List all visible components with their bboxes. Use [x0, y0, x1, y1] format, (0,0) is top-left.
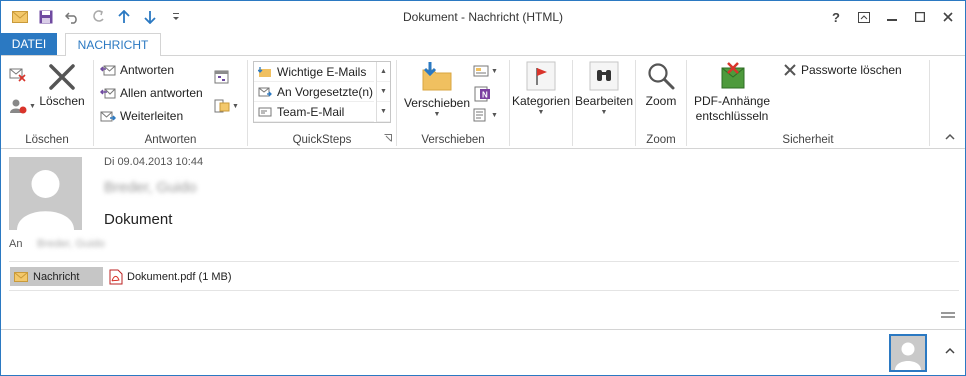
forward-to-manager-icon: [258, 87, 272, 96]
group-label-verschieben: Verschieben: [421, 134, 485, 146]
group-verschieben: Verschieben ▼ ▼ N ▼ Verschieben: [397, 56, 509, 149]
people-pane: [1, 329, 965, 375]
quickstep-item[interactable]: Team-E-Mail: [254, 102, 374, 122]
more-respond-dropdown[interactable]: ▼: [214, 99, 239, 113]
gallery-scroll: ▲ ▼ ▼: [376, 62, 390, 122]
message-date: Di 09.04.2013 10:44: [104, 156, 204, 168]
decrypt-pdf-button[interactable]: PDF-Anhänge entschlüsseln: [689, 62, 775, 124]
more-respond-icon: [214, 99, 230, 113]
meeting-icon[interactable]: [214, 70, 230, 87]
pdf-file-icon: [109, 269, 123, 284]
attachment-bar: Nachricht Dokument.pdf (1 MB): [9, 261, 959, 291]
categorize-button[interactable]: Kategorien ▼: [510, 60, 572, 116]
person-icon: [17, 170, 74, 230]
title-bar: Dokument - Nachricht (HTML) ?: [1, 1, 965, 33]
group-sicherheit: PDF-Anhänge entschlüsseln Passworte lösc…: [687, 56, 929, 149]
ribbon-tabs: DATEI NACHRICHT: [1, 33, 965, 56]
chevron-down-icon: ▼: [491, 67, 498, 75]
tab-file[interactable]: DATEI: [1, 33, 57, 55]
close-icon: [784, 64, 796, 76]
quickstep-item[interactable]: Wichtige E-Mails: [254, 62, 374, 82]
message-subject: Dokument: [104, 211, 173, 228]
window-controls: ?: [823, 6, 961, 28]
chevron-down-icon: ▼: [433, 111, 441, 118]
maximize-button[interactable]: [907, 6, 933, 28]
move-folder-icon: [258, 66, 271, 77]
message-tab-button[interactable]: Nachricht: [10, 267, 103, 286]
minimize-button[interactable]: [879, 6, 905, 28]
group-label-antworten: Antworten: [144, 134, 197, 146]
to-label: An: [9, 238, 23, 250]
sender-avatar[interactable]: [9, 157, 82, 230]
message-header: Di 09.04.2013 10:44 Breder, Guido Dokume…: [1, 149, 965, 329]
rules-icon: [473, 65, 489, 77]
to-recipient[interactable]: Breder, Guido: [37, 238, 105, 250]
chevron-down-icon: ▼: [232, 102, 239, 110]
delete-x-icon: [49, 64, 75, 90]
onenote-icon[interactable]: N: [473, 86, 491, 105]
window-title: Dokument - Nachricht (HTML): [402, 10, 564, 24]
reply-button[interactable]: Antworten: [100, 63, 174, 77]
help-button[interactable]: ?: [823, 6, 849, 28]
ribbon-display-button[interactable]: [851, 6, 877, 28]
group-label-quicksteps: QuickSteps: [292, 134, 352, 146]
pdf-attachment[interactable]: Dokument.pdf (1 MB): [109, 267, 232, 286]
junk-dropdown[interactable]: ▼: [9, 98, 36, 114]
group-label-zoom: Zoom: [646, 134, 676, 146]
tab-message[interactable]: NACHRICHT: [65, 33, 161, 56]
message-window: Dokument - Nachricht (HTML) ? DATEI NACH…: [0, 0, 966, 376]
forward-icon: [100, 111, 116, 122]
chevron-down-icon: ▼: [537, 109, 545, 116]
reply-icon: [100, 65, 116, 76]
delete-button[interactable]: Löschen: [39, 62, 85, 109]
binoculars-icon: [589, 61, 619, 91]
ribbon: ▼ Löschen Löschen Antworten Allen antwor…: [1, 55, 965, 149]
junk-icon: [10, 99, 27, 114]
sender-name[interactable]: Breder, Guido: [104, 179, 197, 196]
clear-passwords-button[interactable]: Passworte löschen: [783, 63, 902, 77]
dialog-launcher-icon[interactable]: [384, 131, 392, 145]
chevron-down-icon: ▼: [29, 102, 36, 110]
chevron-down-icon: ▼: [600, 109, 608, 116]
close-button[interactable]: [935, 6, 961, 28]
gallery-scroll-up[interactable]: ▲: [377, 62, 390, 82]
group-bearbeiten: Bearbeiten ▼: [573, 56, 635, 149]
magnifier-icon: [648, 63, 675, 90]
separator: [929, 60, 930, 146]
actions-icon: [473, 108, 486, 122]
pdf-decrypt-icon: [721, 62, 745, 89]
rules-dropdown[interactable]: ▼: [473, 64, 498, 78]
expand-people-pane-icon[interactable]: [945, 346, 955, 357]
svg-text:N: N: [482, 91, 488, 100]
gallery-more[interactable]: ▼: [377, 102, 390, 122]
group-kategorien: Kategorien ▼: [510, 56, 572, 149]
group-label-sicherheit: Sicherheit: [782, 134, 834, 146]
chevron-down-icon: ▼: [491, 111, 498, 119]
move-folder-icon: [422, 62, 452, 91]
person-icon: [895, 342, 921, 370]
actions-dropdown[interactable]: ▼: [473, 108, 498, 122]
flag-icon: [526, 61, 556, 91]
reply-all-icon: [100, 88, 116, 99]
people-pane-avatar[interactable]: [889, 334, 927, 372]
group-label-loeschen: Löschen: [25, 134, 69, 146]
reading-pane-expander-icon[interactable]: [941, 309, 955, 319]
gallery-scroll-down[interactable]: ▼: [377, 82, 390, 102]
envelope-icon: [14, 271, 28, 282]
quicksteps-gallery: Wichtige E-Mails An Vorgesetzte(n) Team-…: [253, 61, 391, 123]
zoom-button[interactable]: Zoom: [636, 60, 686, 109]
quickstep-item[interactable]: An Vorgesetzte(n): [254, 82, 374, 102]
group-loeschen: ▼ Löschen Löschen: [1, 56, 93, 149]
collapse-ribbon-icon[interactable]: [945, 132, 955, 143]
move-button[interactable]: Verschieben ▼: [401, 60, 473, 118]
reply-all-button[interactable]: Allen antworten: [100, 86, 203, 100]
ignore-icon[interactable]: [9, 66, 27, 85]
group-antworten: Antworten Allen antworten Weiterleiten ▼…: [94, 56, 247, 149]
editing-button[interactable]: Bearbeiten ▼: [573, 60, 635, 116]
forward-button[interactable]: Weiterleiten: [100, 109, 183, 123]
group-zoom: Zoom Zoom: [636, 56, 686, 149]
team-email-icon: [258, 107, 272, 116]
